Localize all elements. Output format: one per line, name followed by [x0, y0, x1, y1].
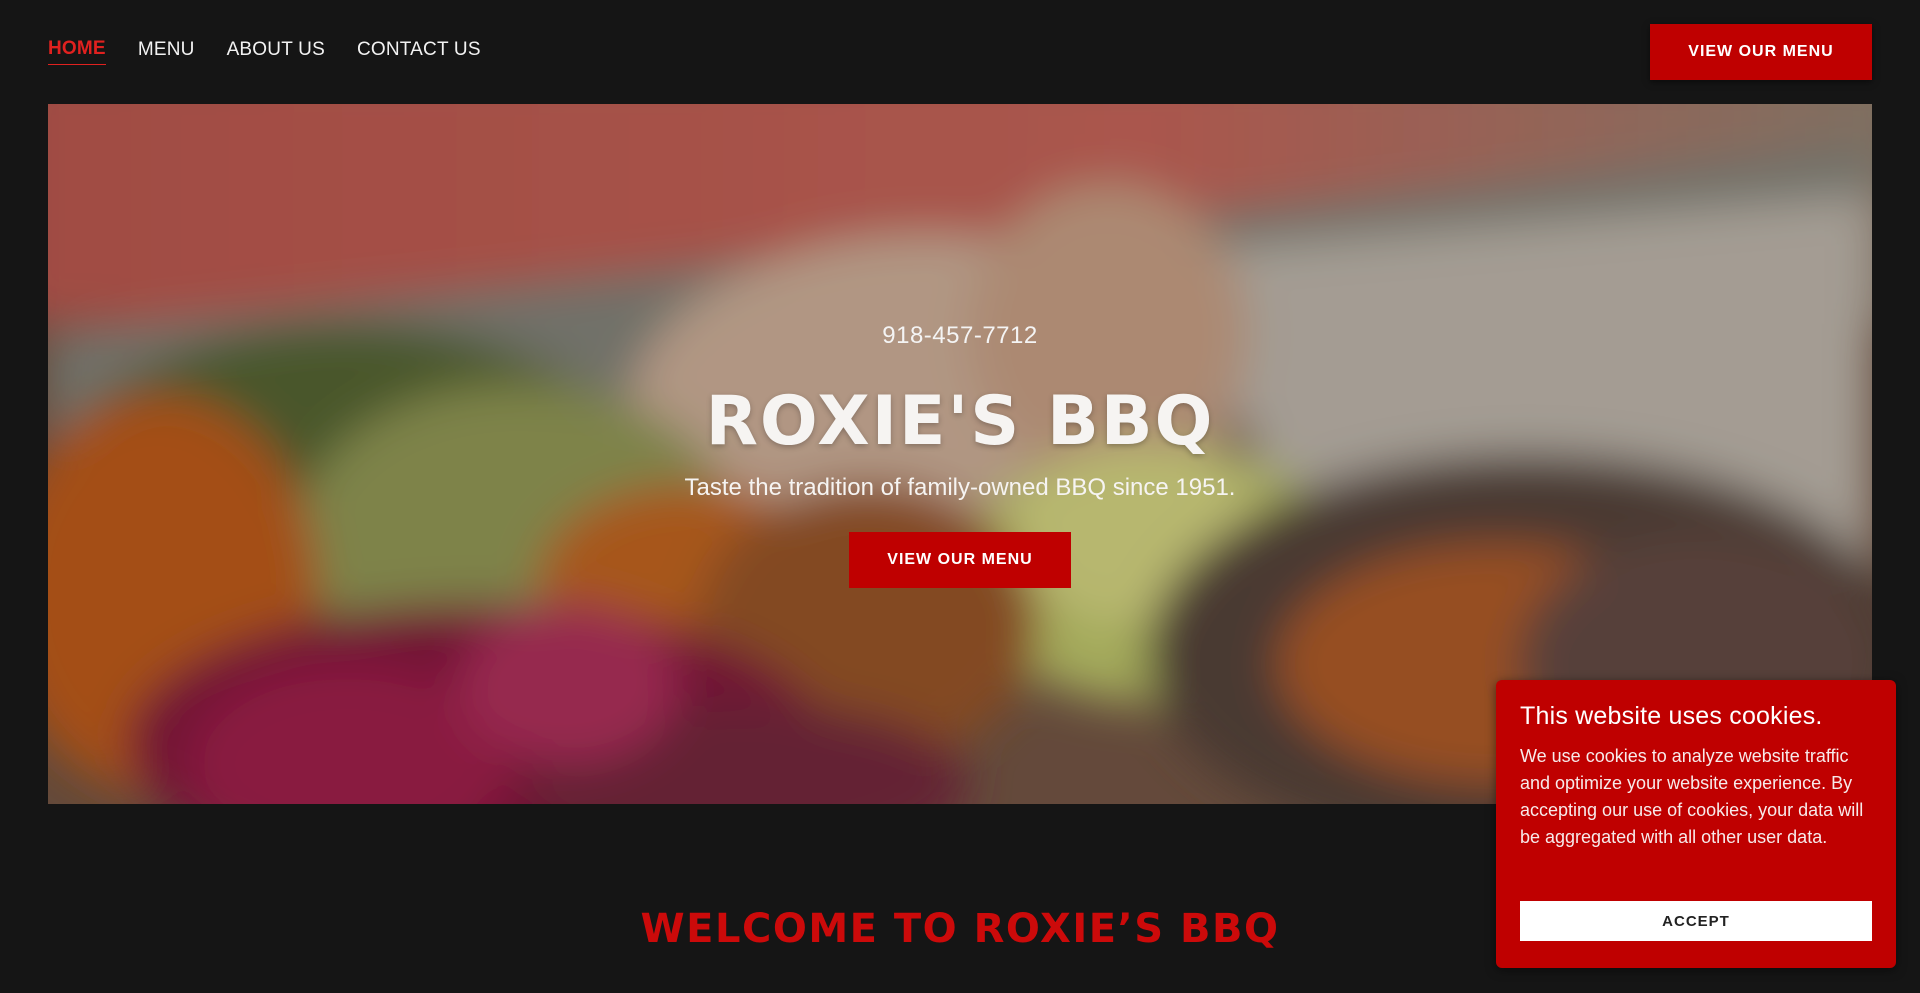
- cookie-banner: This website uses cookies. We use cookie…: [1496, 680, 1896, 968]
- hero-phone-number[interactable]: 918-457-7712: [48, 322, 1872, 350]
- cookie-banner-title: This website uses cookies.: [1520, 702, 1823, 730]
- hero-view-menu-button[interactable]: VIEW OUR MENU: [849, 532, 1071, 588]
- cookie-banner-text: We use cookies to analyze website traffi…: [1520, 746, 1864, 847]
- nav-contact-us[interactable]: CONTACT US: [357, 39, 481, 65]
- nav-menu[interactable]: MENU: [138, 39, 195, 65]
- main-nav: HOME MENU ABOUT US CONTACT US: [48, 38, 481, 65]
- nav-home[interactable]: HOME: [48, 38, 106, 65]
- header-view-menu-button[interactable]: VIEW OUR MENU: [1650, 24, 1872, 80]
- cookie-accept-button[interactable]: ACCEPT: [1520, 901, 1872, 941]
- hero-title: ROXIE'S BBQ: [705, 382, 1215, 461]
- hero-tagline: Taste the tradition of family-owned BBQ …: [684, 474, 1236, 501]
- site-header: HOME MENU ABOUT US CONTACT US VIEW OUR M…: [0, 0, 1920, 104]
- nav-about-us[interactable]: ABOUT US: [227, 39, 325, 65]
